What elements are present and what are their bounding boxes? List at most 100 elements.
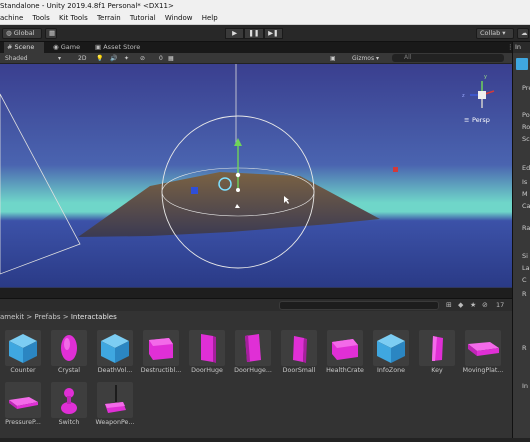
status-bar: [0, 438, 530, 442]
gizmo-center-handle[interactable]: [235, 172, 241, 178]
asset-label: Switch: [58, 419, 80, 426]
snap-toggle-button[interactable]: ▦: [45, 28, 57, 39]
inspector-row-scale: Sc: [522, 135, 530, 143]
breadcrumb-item[interactable]: amekit: [0, 313, 24, 321]
inspector-row-c: C: [522, 276, 527, 284]
breadcrumb-item[interactable]: Prefabs: [35, 313, 61, 321]
global-pivot-label: Global: [13, 29, 35, 37]
asset-item-doorhuge[interactable]: DoorHuge: [185, 327, 229, 374]
asset-item-doorsmall[interactable]: DoorSmall: [277, 327, 321, 374]
magenta-platform-icon: [465, 330, 501, 366]
collab-label: Collab ▾: [480, 29, 506, 37]
svg-text:z: z: [462, 93, 465, 99]
global-pivot-button[interactable]: ◍ Global: [2, 28, 42, 39]
hidden-objects-count: 0: [159, 55, 163, 62]
asset-label: WeaponPe...: [95, 419, 135, 426]
play-button[interactable]: ▶: [225, 28, 245, 39]
pause-button[interactable]: ❚❚: [244, 28, 264, 39]
project-search-input[interactable]: [279, 301, 439, 310]
scene-search-input[interactable]: All: [392, 54, 504, 62]
cloud-button[interactable]: ☁: [517, 28, 529, 39]
asset-item-healthcrate[interactable]: HealthCrate: [323, 327, 367, 374]
menu-item-terrain[interactable]: Terrain: [97, 14, 121, 22]
favorite-icon[interactable]: ★: [470, 301, 476, 309]
inspector-row-rotation: Ro: [522, 123, 530, 131]
asset-label: MovingPlat...: [462, 367, 504, 374]
grid-icon[interactable]: ▦: [168, 53, 174, 64]
step-button[interactable]: ▶❚: [263, 28, 283, 39]
menu-item-window[interactable]: Window: [165, 14, 193, 22]
lighting-icon[interactable]: 💡: [96, 53, 103, 64]
cloud-icon: ☁: [521, 29, 528, 37]
playback-controls: ▶ ❚❚ ▶❚: [225, 28, 283, 39]
asset-item-infozone[interactable]: InfoZone: [369, 327, 413, 374]
move-gizmo-x-handle[interactable]: [393, 167, 398, 172]
scene-viewport[interactable]: y z Persp ≡: [0, 64, 512, 288]
menu-item-tools[interactable]: Tools: [33, 14, 50, 22]
camera-settings-icon[interactable]: ▣: [330, 53, 336, 64]
magenta-door-icon: [281, 330, 317, 366]
magenta-plate-icon: [5, 382, 41, 418]
filter-by-label-icon[interactable]: ◆: [458, 301, 463, 309]
magenta-door-icon: [189, 330, 225, 366]
breadcrumb-separator: >: [62, 313, 71, 321]
shading-dropdown-arrow: ▾: [58, 55, 62, 62]
filter-by-type-icon[interactable]: ⊞: [446, 301, 452, 309]
asset-item-key[interactable]: Key: [415, 327, 459, 374]
globe-icon: ◍: [6, 29, 12, 37]
asset-item-crystal[interactable]: Crystal: [47, 327, 91, 374]
asset-label: DoorHuge...: [234, 367, 272, 374]
asset-item-doorhuge-variant[interactable]: DoorHuge...: [231, 327, 275, 374]
asset-item-counter[interactable]: Counter: [1, 327, 45, 374]
breadcrumb-current[interactable]: Interactables: [71, 313, 117, 321]
asset-item-switch[interactable]: Switch: [47, 379, 91, 426]
move-gizmo-z-handle[interactable]: [191, 187, 198, 194]
mode-2d-button[interactable]: 2D: [78, 53, 86, 64]
cube-icon: [373, 330, 409, 366]
asset-grid: Counter Crystal DeathVol... Destructibl.…: [0, 323, 512, 438]
tab-menu-icon[interactable]: ⋮: [504, 42, 514, 53]
item-count: 17: [496, 301, 505, 309]
effects-icon[interactable]: ✦: [124, 53, 129, 64]
inspector-row-editor: Ed: [522, 164, 530, 172]
tab-scene-label: Scene: [14, 43, 35, 51]
visibility-icon[interactable]: ⊘: [482, 301, 488, 309]
menu-item-help[interactable]: Help: [202, 14, 218, 22]
grid-snap-icon: ▦: [49, 29, 56, 37]
inspector-row-position: Po: [522, 111, 530, 119]
menu-item-tutorial[interactable]: Tutorial: [130, 14, 156, 22]
menu-item-kit-tools[interactable]: Kit Tools: [59, 14, 88, 22]
asset-item-destructible[interactable]: Destructibl...: [139, 327, 183, 374]
magenta-key-icon: [419, 330, 455, 366]
title-bar: Standalone - Unity 2019.4.8f1 Personal* …: [0, 0, 530, 12]
asset-item-movingplatform[interactable]: MovingPlat...: [461, 327, 505, 374]
menu-item-machine[interactable]: achine: [0, 14, 23, 22]
inspector-row-r2: R: [522, 344, 527, 352]
hidden-objects-icon[interactable]: ⊘: [140, 53, 145, 64]
tab-game[interactable]: ◉ Game: [50, 42, 84, 53]
projection-label[interactable]: Persp: [472, 116, 490, 124]
asset-item-pressureplate[interactable]: PressureP...: [1, 379, 45, 426]
gizmo-center-handle-lower[interactable]: [236, 188, 240, 192]
inspector-row-ca: Ca: [522, 202, 530, 210]
asset-label: HealthCrate: [326, 367, 364, 374]
inspector-tab[interactable]: In: [513, 42, 530, 53]
asset-item-deathvolume[interactable]: DeathVol...: [93, 327, 137, 374]
gizmos-dropdown[interactable]: Gizmos ▾: [352, 53, 379, 64]
collab-button[interactable]: Collab ▾: [476, 28, 514, 39]
tab-game-label: Game: [60, 43, 81, 51]
inspector-row-prefab: Pre: [522, 84, 530, 92]
inspector-row-is: Is: [522, 178, 528, 186]
inspector-row-in: In: [522, 382, 529, 390]
tab-asset-store[interactable]: ▣ Asset Store: [92, 42, 150, 53]
projection-icon: ≡: [464, 116, 469, 124]
cube-icon: [97, 330, 133, 366]
asset-item-weaponpedestal[interactable]: WeaponPe...: [93, 379, 137, 426]
tab-scene[interactable]: # Scene: [4, 42, 44, 53]
audio-icon[interactable]: 🔊: [110, 53, 117, 64]
shading-mode-dropdown[interactable]: Shaded: [5, 53, 28, 64]
asset-label: PressureP...: [5, 419, 41, 426]
main-toolbar: ◍ Global ▦ ▶ ❚❚ ▶❚ Collab ▾ ☁: [0, 25, 530, 42]
magenta-door-icon: [235, 330, 271, 366]
project-toolbar: ⊞ ◆ ★ ⊘ 17: [0, 298, 512, 311]
